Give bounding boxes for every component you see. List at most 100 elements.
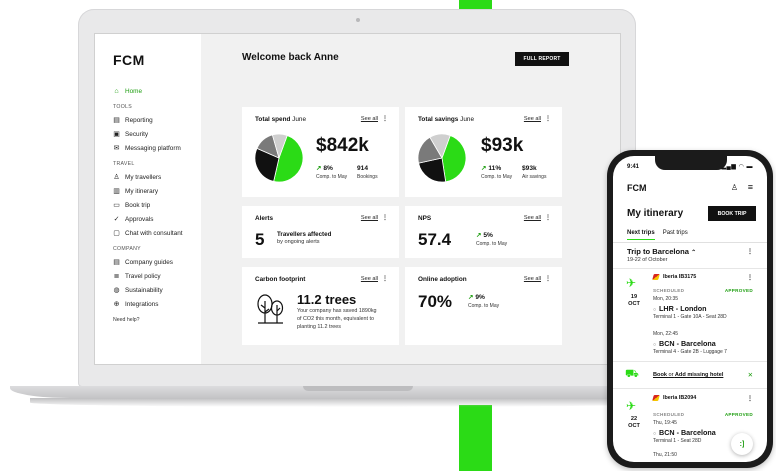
user-icon: ♙ <box>113 173 120 181</box>
arrival-time: Thu, 21:50 <box>653 452 677 458</box>
chevron-up-icon: ⌃ <box>691 250 697 256</box>
sidebar-item-label: My itinerary <box>125 187 159 195</box>
kebab-menu-icon[interactable]: ⋮ <box>545 115 551 122</box>
nps-value: 57.4 <box>418 230 452 249</box>
sidebar-heading-travel: TRAVEL <box>113 161 135 167</box>
sidebar-item-label: Security <box>125 130 149 138</box>
sidebar-item-label: Messaging platform <box>125 144 181 152</box>
kebab-menu-icon[interactable]: ⋮ <box>545 214 551 221</box>
fcm-logo[interactable]: FCM <box>627 183 647 193</box>
approval-status: APPROVED <box>724 288 753 293</box>
flight-status: SCHEDULED <box>653 288 685 293</box>
hero-mockup: FCM ⌂ Home TOOLS ▤ Reporting ▣ Security … <box>0 0 776 471</box>
sidebar-item-chat[interactable]: ▢ Chat with consultant <box>113 226 201 240</box>
arrival-route: ○ BCN - Barcelona <box>653 339 716 348</box>
alerts-card: Alerts See all ⋮ 5 Travellers affected by… <box>242 206 399 258</box>
green-stripe-bottom <box>459 405 492 471</box>
sidebar-item-my-travellers[interactable]: ♙ My travellers <box>113 170 201 184</box>
departure-info: Terminal 1 - Gate 10A - Seat 28D <box>653 314 727 320</box>
globe-icon: ◍ <box>113 286 120 294</box>
sidebar-item-security[interactable]: ▣ Security <box>113 127 201 141</box>
kebab-menu-icon[interactable]: ⋮ <box>747 248 753 255</box>
full-report-button[interactable]: FULL REPORT <box>515 52 569 66</box>
laptop-shadow <box>30 398 694 407</box>
nps-change: ↗ 5% Comp. to May <box>476 232 508 247</box>
sliders-icon: ≣ <box>113 272 120 280</box>
bookings-count: 914 Bookings <box>357 165 378 180</box>
alerts-count: 5 <box>255 230 265 249</box>
trip-dates: 19-22 of October <box>627 257 668 263</box>
sidebar: FCM ⌂ Home TOOLS ▤ Reporting ▣ Security … <box>95 34 201 364</box>
see-all-link[interactable]: See all <box>361 215 378 221</box>
see-all-link[interactable]: See all <box>524 276 541 282</box>
sidebar-item-label: Approvals <box>125 215 154 223</box>
bed-icon: ⛟ <box>625 368 639 380</box>
dashboard-main: Welcome back Anne FULL REPORT Total spen… <box>201 34 620 364</box>
departure-route: ○ LHR - London <box>653 304 707 313</box>
page-title: My itinerary <box>627 208 684 219</box>
departure-route: ○ BCN - Barcelona <box>653 428 716 437</box>
home-icon: ⌂ <box>114 87 119 95</box>
card-title: NPS <box>418 215 432 222</box>
kebab-menu-icon[interactable]: ⋮ <box>747 274 753 281</box>
total-savings-value: $93k <box>481 135 524 156</box>
tab-next-trips[interactable]: Next trips <box>627 230 655 240</box>
sidebar-item-home[interactable]: ⌂ Home <box>113 84 201 98</box>
total-spend-value: $842k <box>316 135 369 156</box>
kebab-menu-icon[interactable]: ⋮ <box>382 275 388 282</box>
arrival-info: Terminal 4 - Gate 2B - Luggage 7 <box>653 349 727 355</box>
sidebar-item-label: My travellers <box>125 173 162 181</box>
mail-icon: ✉ <box>113 144 120 152</box>
suitcase-icon: ▭ <box>113 201 120 209</box>
need-help-link[interactable]: Need help? <box>113 317 201 323</box>
kebab-menu-icon[interactable]: ⋮ <box>747 395 753 402</box>
card-title: Alerts <box>255 215 274 222</box>
sidebar-item-label: Sustainability <box>125 286 163 294</box>
sidebar-item-reporting[interactable]: ▤ Reporting <box>113 113 201 127</box>
card-title: Total spend June <box>255 116 307 123</box>
total-savings-card: Total savings June See all ⋮ $93k ↗ 11% C… <box>405 107 562 197</box>
phone-screen: 9:41 ▂▄▆ ◠ ▬ FCM ♙ ≡ My itinerary BOOK T… <box>613 156 767 462</box>
phone-notch <box>655 156 727 170</box>
sidebar-item-label: Chat with consultant <box>125 229 183 237</box>
fcm-logo[interactable]: FCM <box>113 52 201 68</box>
sidebar-item-integrations[interactable]: ⊕ Integrations <box>113 297 201 311</box>
see-all-link[interactable]: See all <box>361 276 378 282</box>
trend-up-icon: ↗ <box>316 165 322 172</box>
sidebar-item-messaging[interactable]: ✉ Messaging platform <box>113 141 201 155</box>
sidebar-item-label: Travel policy <box>125 272 161 280</box>
flight-date: 22 OCT <box>628 416 640 430</box>
sidebar-item-my-itinerary[interactable]: ▥ My itinerary <box>113 184 201 198</box>
sidebar-item-sustainability[interactable]: ◍ Sustainability <box>113 283 201 297</box>
user-icon[interactable]: ♙ <box>731 183 738 192</box>
savings-pie-chart <box>418 134 466 182</box>
book-trip-button[interactable]: BOOK TRIP <box>708 206 756 221</box>
hamburger-menu-icon[interactable]: ≡ <box>748 182 753 192</box>
add-hotel-link[interactable]: Book or Add missing hotel <box>653 372 723 378</box>
card-title: Carbon footprint <box>255 276 306 283</box>
laptop-notch <box>303 386 413 391</box>
sidebar-heading-company: COMPANY <box>113 246 141 252</box>
close-icon[interactable]: ✕ <box>748 371 753 379</box>
carbon-footprint-card: Carbon footprint See all ⋮ 11.2 trees Yo… <box>242 267 399 345</box>
sidebar-item-company-guides[interactable]: ▤ Company guides <box>113 255 201 269</box>
kebab-menu-icon[interactable]: ⋮ <box>382 115 388 122</box>
see-all-link[interactable]: See all <box>361 116 378 122</box>
sidebar-item-travel-policy[interactable]: ≣ Travel policy <box>113 269 201 283</box>
lock-icon: ▣ <box>113 130 120 138</box>
sidebar-item-approvals[interactable]: ✓ Approvals <box>113 212 201 226</box>
trip-title[interactable]: Trip to Barcelona ⌃ <box>627 247 696 256</box>
trend-up-icon: ↗ <box>481 165 487 172</box>
chat-bubble-button[interactable]: :] <box>731 433 753 455</box>
laptop-camera <box>356 18 360 22</box>
see-all-link[interactable]: See all <box>524 116 541 122</box>
trees-icon <box>257 294 284 324</box>
kebab-menu-icon[interactable]: ⋮ <box>545 275 551 282</box>
kebab-menu-icon[interactable]: ⋮ <box>382 214 388 221</box>
sidebar-item-book-trip[interactable]: ▭ Book trip <box>113 198 201 212</box>
see-all-link[interactable]: See all <box>524 215 541 221</box>
tab-past-trips[interactable]: Past trips <box>663 230 688 240</box>
air-savings: $93k Air savings <box>522 165 547 180</box>
alerts-label: Travellers affected by ongoing alerts <box>277 231 332 246</box>
trip-tabs: Next trips Past trips <box>627 230 688 240</box>
